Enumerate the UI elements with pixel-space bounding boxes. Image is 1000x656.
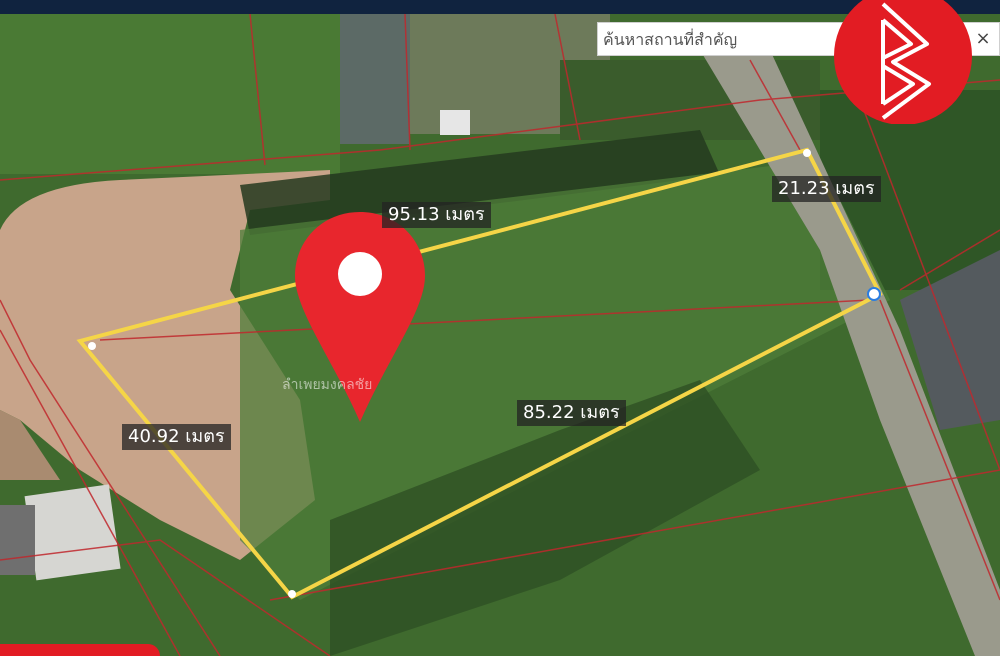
brand-logo-icon [834, 0, 972, 124]
measurement-right: 21.23 เมตร [772, 176, 881, 202]
measurement-top: 95.13 เมตร [382, 202, 491, 228]
close-icon[interactable]: × [973, 27, 993, 51]
poi-label[interactable]: ลำเพยมงคลชัย [282, 374, 372, 396]
measurement-bottom: 85.22 เมตร [517, 400, 626, 426]
measurement-left: 40.92 เมตร [122, 424, 231, 450]
listing-badge [0, 644, 160, 656]
